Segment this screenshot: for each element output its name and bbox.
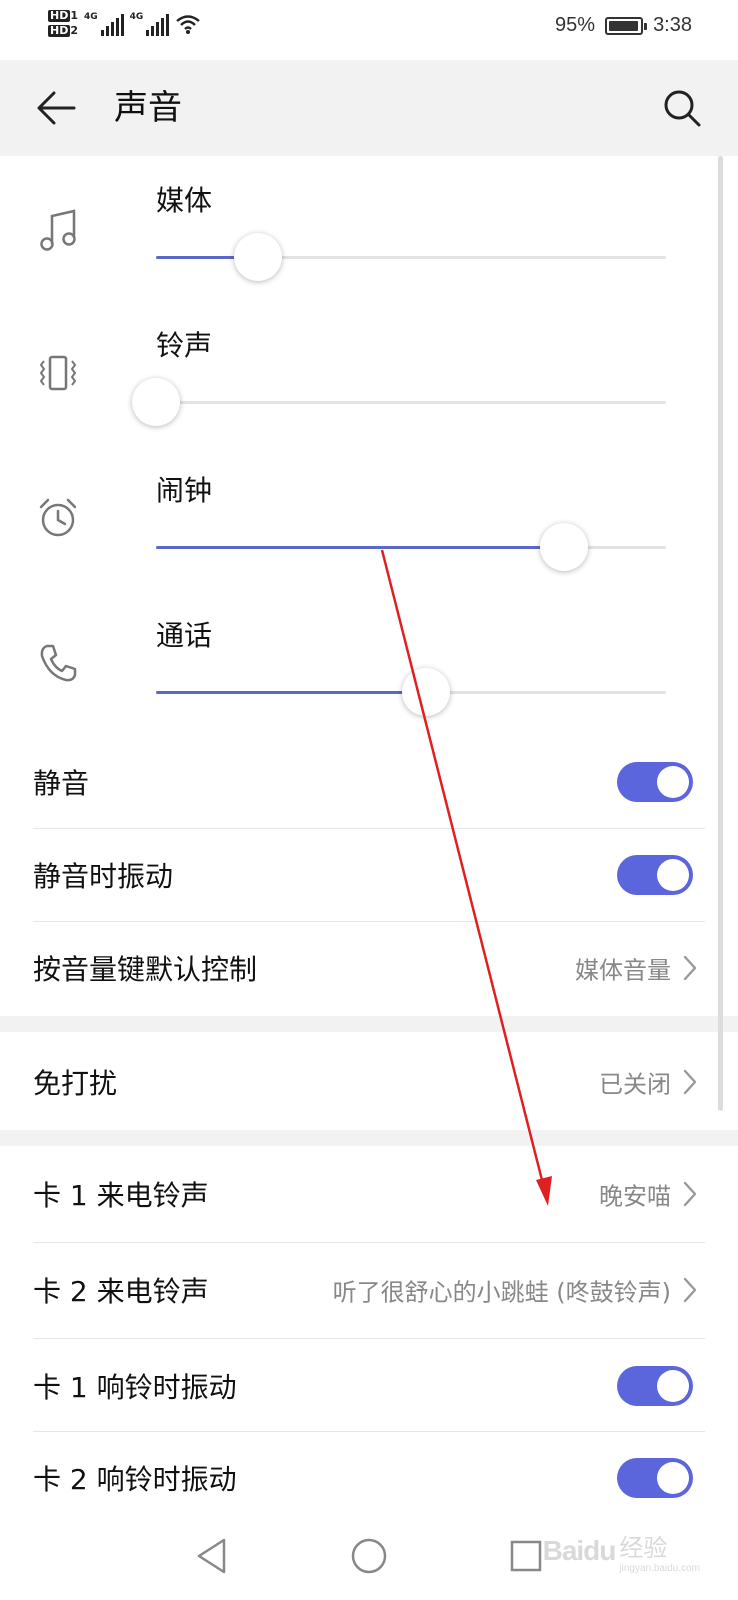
sim1-ring-vibrate-row[interactable]: 卡 1 响铃时振动 — [33, 1340, 705, 1432]
watermark-url: jingyan.baidu.com — [619, 1563, 700, 1574]
back-button[interactable] — [30, 82, 82, 134]
volume-row-ringtone: 铃声 — [0, 301, 720, 446]
wifi-icon — [176, 14, 201, 34]
media-volume-slider[interactable] — [156, 232, 666, 282]
signal-1-icon: 4G — [84, 12, 124, 36]
sim1-ringtone-label: 卡 1 来电铃声 — [33, 1179, 209, 1212]
volume-row-call: 通话 — [0, 591, 720, 736]
slider-thumb[interactable] — [234, 233, 282, 281]
slider-thumb[interactable] — [132, 378, 180, 426]
sim1-ring-vibrate-toggle[interactable] — [617, 1366, 693, 1406]
sim2-ringtone-value: 听了很舒心的小跳蛙 (咚鼓铃声) — [332, 1278, 671, 1307]
chevron-right-icon — [683, 955, 697, 981]
nav-home-button[interactable] — [341, 1528, 397, 1584]
chevron-right-icon — [683, 1277, 697, 1303]
slider-thumb[interactable] — [402, 668, 451, 716]
search-icon — [664, 90, 701, 127]
sim2-hd-badge: HD 2 — [48, 24, 78, 37]
vibrate-when-muted-row[interactable]: 静音时振动 — [33, 829, 705, 921]
arrow-left-icon — [37, 91, 76, 125]
nav-back-button[interactable] — [184, 1528, 240, 1584]
vibrate-when-muted-label: 静音时振动 — [33, 860, 174, 893]
sim1-ring-vibrate-label: 卡 1 响铃时振动 — [33, 1371, 237, 1404]
battery-icon — [605, 16, 648, 35]
volume-label-ringtone: 铃声 — [156, 329, 213, 362]
call-volume-slider[interactable] — [156, 667, 666, 717]
status-left: HD 1 HD 2 4G 4G — [48, 10, 201, 37]
sim1-hd-badge: HD 1 — [48, 9, 78, 22]
watermark-logo: Baidu — [542, 1535, 617, 1566]
status-bar: HD 1 HD 2 4G 4G 95% 3:38 — [0, 0, 738, 60]
sim2-ring-vibrate-label: 卡 2 响铃时振动 — [33, 1463, 237, 1496]
watermark-cn: 经验 — [619, 1534, 668, 1562]
volume-key-default-value: 媒体音量 — [575, 956, 671, 985]
volume-key-default-row[interactable]: 按音量键默认控制 媒体音量 — [33, 922, 705, 1014]
app-toolbar: 声音 — [0, 60, 738, 156]
status-right: 95% 3:38 — [555, 14, 692, 37]
chevron-right-icon — [683, 1181, 697, 1207]
search-button[interactable] — [656, 82, 708, 134]
square-recents-icon — [510, 1540, 542, 1572]
do-not-disturb-value: 已关闭 — [599, 1070, 671, 1099]
battery-percent: 95% — [555, 14, 596, 36]
slider-thumb[interactable] — [540, 523, 588, 571]
section-separator — [0, 1016, 738, 1032]
section-separator — [0, 1130, 738, 1146]
baidu-watermark: Baidu 经验 jingyan.baidu.com — [543, 1528, 700, 1574]
triangle-back-icon — [197, 1538, 226, 1574]
divider — [33, 1242, 705, 1243]
mute-toggle[interactable] — [617, 762, 693, 802]
vibrate-when-muted-toggle[interactable] — [617, 855, 693, 895]
chevron-right-icon — [683, 1069, 697, 1095]
volume-row-media: 媒体 — [0, 156, 720, 301]
volume-label-call: 通话 — [156, 619, 213, 652]
sim-indicators: HD 1 HD 2 — [48, 10, 78, 37]
alarm-clock-icon — [34, 494, 82, 542]
sim2-ringtone-label: 卡 2 来电铃声 — [33, 1275, 209, 1308]
volume-label-media: 媒体 — [156, 184, 213, 217]
ringtone-volume-slider[interactable] — [132, 377, 666, 427]
sim2-ring-vibrate-toggle[interactable] — [617, 1458, 693, 1498]
circle-home-icon — [351, 1538, 387, 1574]
vibrate-icon — [34, 349, 82, 397]
divider — [33, 1338, 705, 1339]
do-not-disturb-label: 免打扰 — [33, 1067, 118, 1100]
watermark-side: 经验 jingyan.baidu.com — [619, 1528, 700, 1574]
mute-label: 静音 — [33, 767, 90, 800]
music-note-icon — [34, 206, 82, 254]
clock: 3:38 — [653, 14, 692, 36]
volume-key-default-label: 按音量键默认控制 — [33, 953, 258, 986]
sim2-ring-vibrate-row[interactable]: 卡 2 响铃时振动 — [33, 1432, 705, 1524]
volume-row-alarm: 闹钟 — [0, 446, 720, 591]
sim2-ringtone-row[interactable]: 卡 2 来电铃声 听了很舒心的小跳蛙 (咚鼓铃声) — [33, 1244, 705, 1336]
page-title: 声音 — [114, 88, 182, 128]
alarm-volume-slider[interactable] — [156, 522, 666, 572]
mute-row[interactable]: 静音 — [33, 736, 705, 828]
sim1-ringtone-row[interactable]: 卡 1 来电铃声 晚安喵 — [33, 1148, 705, 1240]
scrollbar[interactable] — [718, 156, 723, 1111]
volume-label-alarm: 闹钟 — [156, 474, 213, 507]
do-not-disturb-row[interactable]: 免打扰 已关闭 — [33, 1036, 705, 1128]
sim1-ringtone-value: 晚安喵 — [599, 1182, 671, 1211]
phone-icon — [34, 639, 82, 687]
signal-2-icon: 4G — [130, 12, 170, 36]
